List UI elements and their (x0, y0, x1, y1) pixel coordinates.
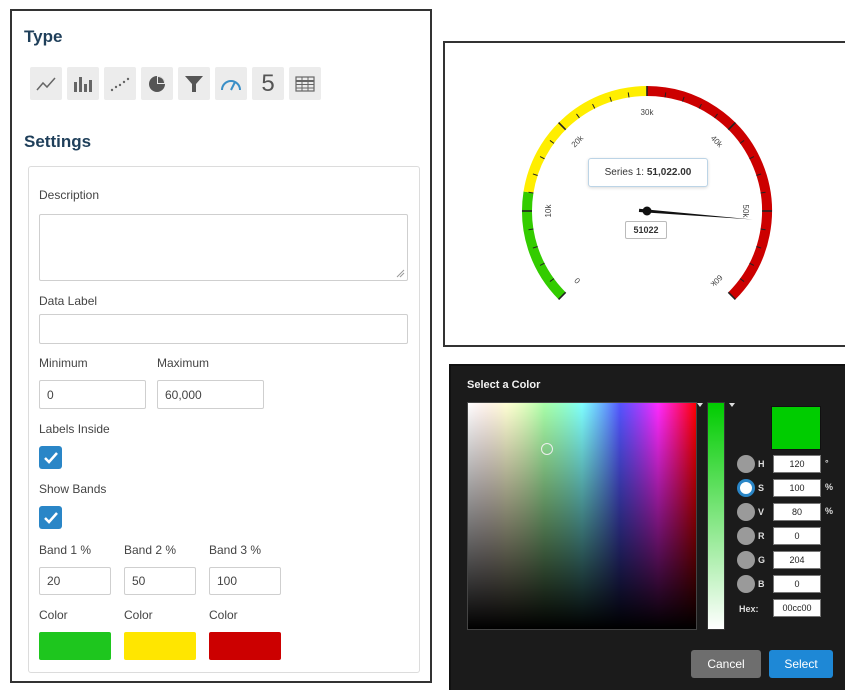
minimum-label: Minimum (39, 356, 88, 370)
radio-s[interactable] (737, 479, 755, 497)
labels-inside-label: Labels Inside (39, 422, 110, 436)
band3-label: Band 3 % (209, 543, 262, 557)
checkmark-icon (43, 511, 58, 524)
minimum-input[interactable]: 0 (39, 380, 146, 409)
radio-r[interactable] (737, 527, 755, 545)
s-unit: % (825, 482, 834, 492)
description-textarea[interactable] (39, 214, 408, 281)
band2-label: Band 2 % (124, 543, 177, 557)
s-label: S (758, 483, 765, 493)
pie-chart-type-button[interactable] (141, 67, 173, 100)
band1-color-swatch[interactable] (39, 632, 111, 660)
scatter-chart-icon (110, 77, 130, 91)
table-chart-type-button[interactable] (289, 67, 321, 100)
h-unit: ° (825, 458, 829, 468)
gauge-tick-label: 0 (572, 275, 582, 285)
gauge-tick-label: 50k (741, 205, 750, 219)
data-label-input[interactable] (39, 314, 408, 344)
h-input[interactable]: 120 (773, 455, 821, 473)
band2-input[interactable]: 50 (124, 567, 196, 595)
show-bands-label: Show Bands (39, 482, 107, 496)
hex-input[interactable]: 00cc00 (773, 599, 821, 617)
band1-label: Band 1 % (39, 543, 92, 557)
chart-type-selector: 5 (30, 67, 321, 100)
select-button[interactable]: Select (769, 650, 833, 678)
r-label: R (758, 531, 765, 541)
maximum-input[interactable]: 60,000 (157, 380, 264, 409)
band1-input[interactable]: 20 (39, 567, 111, 595)
gauge-tick-label: 10k (544, 204, 553, 218)
tooltip-series-name: Series 1: (604, 167, 645, 178)
gauge-tooltip: Series 1: 51,022.00 (588, 158, 708, 187)
settings-heading: Settings (24, 132, 92, 151)
settings-form: Description Data Label Minimum Maximum 0… (28, 166, 420, 673)
type-heading: Type (24, 27, 63, 46)
gauge-needle (638, 208, 753, 220)
saturation-value-area[interactable] (467, 402, 697, 630)
g-input[interactable]: 204 (773, 551, 821, 569)
gauge-tick-label: 40k (709, 134, 725, 150)
tooltip-value: 51,022.00 (646, 167, 692, 178)
gauge-band-3 (646, 86, 772, 300)
gauge-chart-type-button[interactable] (215, 67, 247, 100)
number-chart-type-button[interactable]: 5 (252, 67, 284, 100)
g-label: G (758, 555, 766, 565)
funnel-icon (185, 75, 203, 92)
color-cursor[interactable] (541, 443, 553, 455)
band3-color-swatch[interactable] (209, 632, 281, 660)
radio-h[interactable] (737, 455, 755, 473)
gauge-tick-label: 60k (708, 273, 724, 289)
gauge-pivot (642, 206, 652, 216)
line-chart-icon (36, 77, 56, 90)
radio-b[interactable] (737, 575, 755, 593)
bar-chart-type-button[interactable] (67, 67, 99, 100)
show-bands-checkbox[interactable] (39, 506, 62, 529)
gauge-chart: 0 10k 20k 30k 40k 50k 60k (522, 86, 772, 300)
h-label: H (758, 459, 765, 469)
gauge-tick-label: 30k (641, 108, 655, 117)
band1-color-label: Color (39, 608, 68, 622)
v-label: V (758, 507, 765, 517)
funnel-chart-type-button[interactable] (178, 67, 210, 100)
gauge-tick-label: 20k (570, 133, 586, 149)
number-icon: 5 (261, 69, 275, 97)
band3-input[interactable]: 100 (209, 567, 281, 595)
s-input[interactable]: 100 (773, 479, 821, 497)
slider-arrow-icon[interactable] (729, 403, 735, 407)
color-picker-dialog: Select a Color H 120 ° S 100% V 80% R 0 G 204 B 0 He… (449, 364, 845, 690)
resize-handle-icon[interactable] (396, 269, 405, 278)
band2-color-label: Color (124, 608, 153, 622)
description-label: Description (39, 188, 100, 202)
radio-g[interactable] (737, 551, 755, 569)
r-input[interactable]: 0 (773, 527, 821, 545)
checkmark-icon (43, 451, 58, 464)
line-chart-type-button[interactable] (30, 67, 62, 100)
band3-color-label: Color (209, 608, 238, 622)
radio-v[interactable] (737, 503, 755, 521)
b-input[interactable]: 0 (773, 575, 821, 593)
maximum-label: Maximum (157, 356, 210, 370)
band2-color-swatch[interactable] (124, 632, 196, 660)
chart-settings-panel: Type 5 Settings Description Data Label M… (10, 9, 432, 683)
bar-chart-icon (74, 76, 92, 92)
hex-label: Hex: (739, 604, 759, 614)
selected-color-preview (771, 406, 821, 450)
gauge-icon (221, 79, 241, 90)
v-unit: % (825, 506, 834, 516)
cancel-button[interactable]: Cancel (691, 650, 761, 678)
data-label-label: Data Label (39, 294, 98, 308)
v-input[interactable]: 80 (773, 503, 821, 521)
table-icon (295, 75, 315, 92)
color-slider[interactable] (707, 402, 725, 630)
gauge-value-label: 51022 (625, 221, 667, 239)
pie-chart-icon (149, 75, 165, 92)
labels-inside-checkbox[interactable] (39, 446, 62, 469)
b-label: B (758, 579, 765, 589)
scatter-chart-type-button[interactable] (104, 67, 136, 100)
gauge-preview-panel: 0 10k 20k 30k 40k 50k 60k Series 1: 51,022.00 … (443, 41, 845, 347)
color-picker-title: Select a Color (467, 379, 541, 391)
area-arrow-icon (697, 403, 703, 407)
